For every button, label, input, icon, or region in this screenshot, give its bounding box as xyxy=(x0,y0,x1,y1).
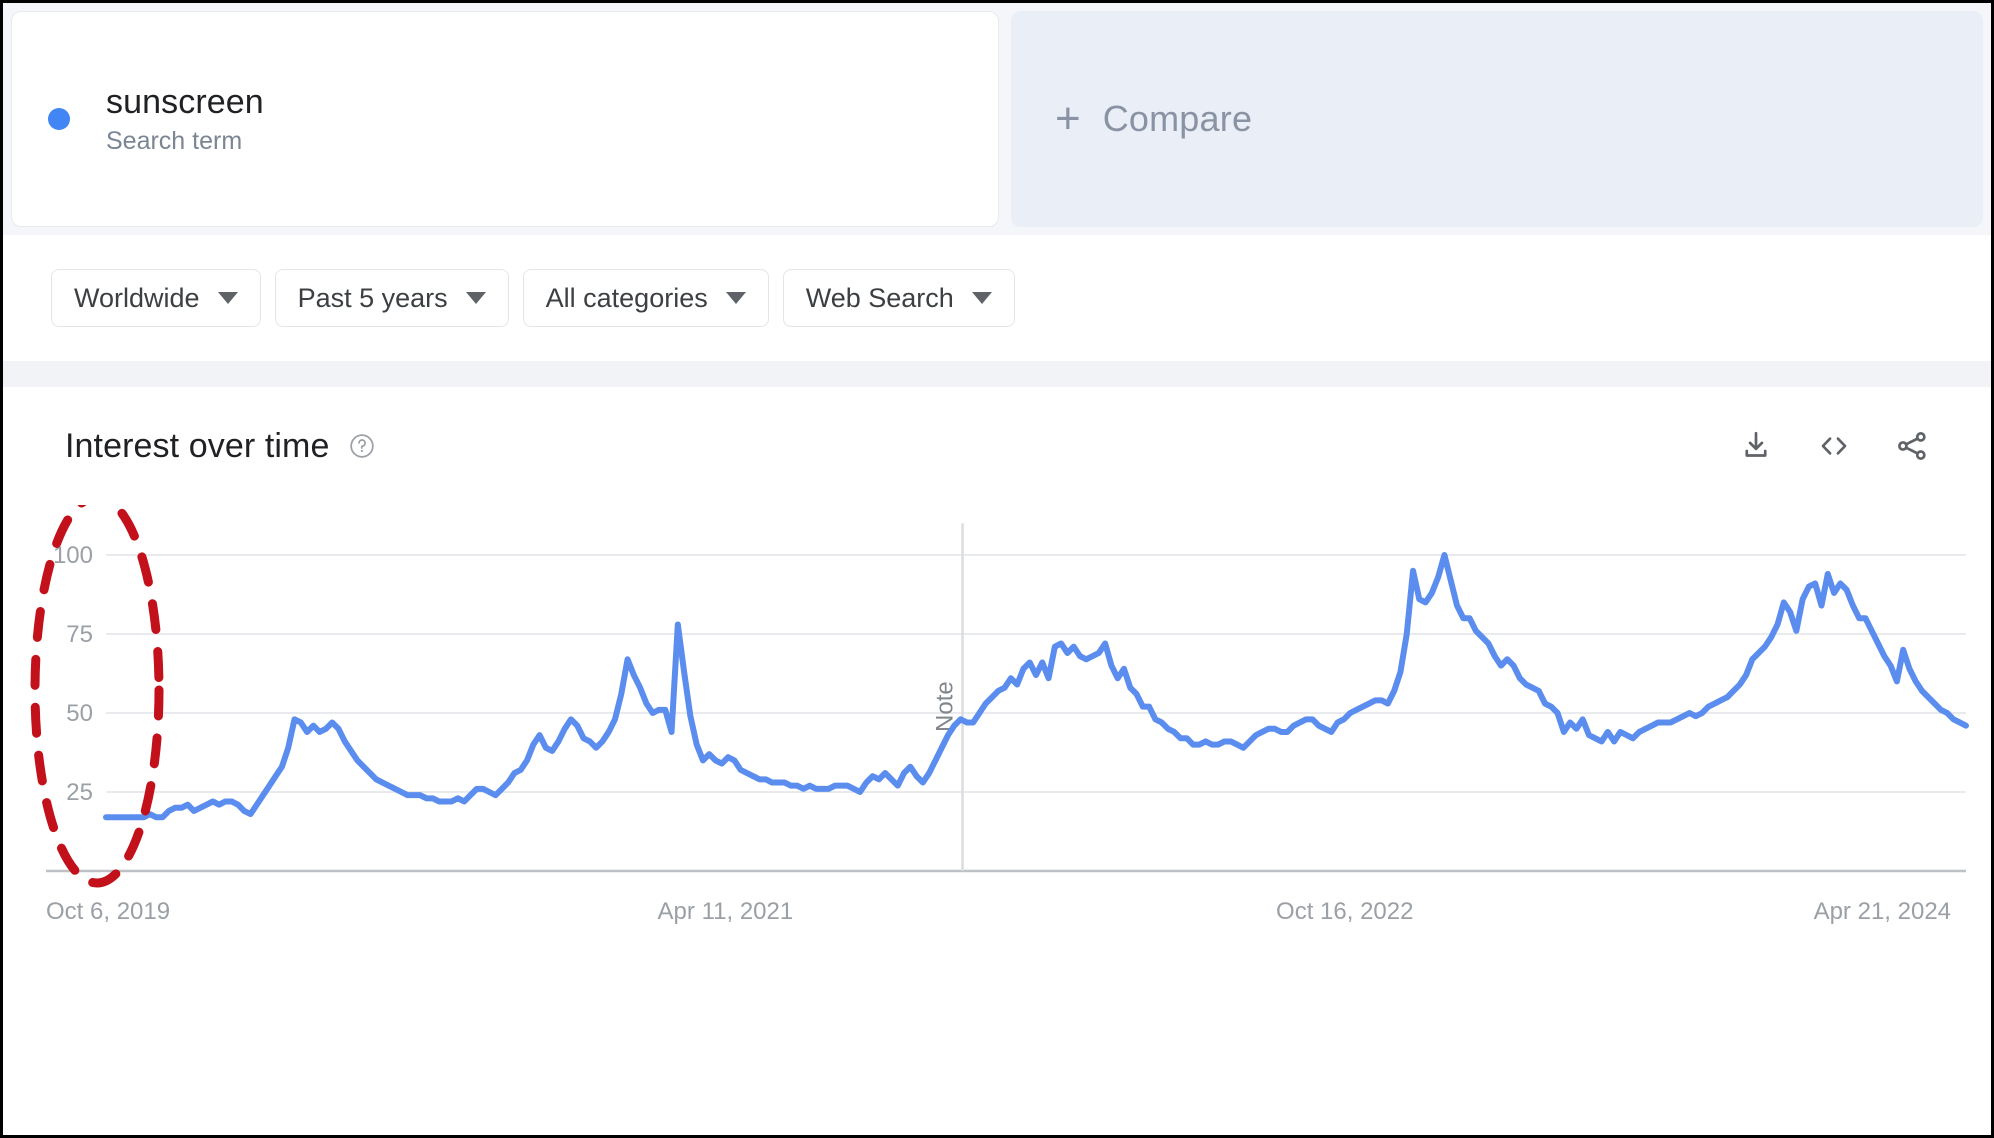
filter-location[interactable]: Worldwide xyxy=(51,269,261,327)
filter-time-range-label: Past 5 years xyxy=(297,282,448,313)
search-term-card[interactable]: sunscreen Search term xyxy=(11,11,999,227)
x-tick-2: Apr 11, 2021 xyxy=(658,898,794,925)
search-term-subtitle: Search term xyxy=(106,127,243,156)
chart-plot-area[interactable]: 100 75 50 25 Note Oct 6, 2019 Apr 11, 20… xyxy=(11,505,1983,1061)
gridlines xyxy=(46,554,1966,873)
filter-category[interactable]: All categories xyxy=(522,269,769,327)
y-axis-tick-labels: 100 75 50 25 xyxy=(53,542,93,806)
embed-code-icon[interactable] xyxy=(1817,429,1851,463)
share-icon[interactable] xyxy=(1895,429,1929,463)
interest-over-time-chart[interactable]: 100 75 50 25 Note Oct 6, 2019 Apr 11, 20… xyxy=(11,505,1983,1061)
chevron-down-icon xyxy=(217,292,238,304)
filter-location-label: Worldwide xyxy=(74,282,200,313)
help-circle-icon[interactable] xyxy=(349,433,375,459)
search-term-text: sunscreen Search term xyxy=(106,83,264,155)
filter-search-type-label: Web Search xyxy=(805,282,954,313)
chevron-down-icon xyxy=(725,292,746,304)
y-tick-50: 50 xyxy=(66,700,93,727)
y-tick-75: 75 xyxy=(66,621,93,648)
note-marker[interactable]: Note xyxy=(932,523,964,871)
interest-over-time-card: Interest over time 100 75 50 25 Note Oct… xyxy=(11,387,1983,1061)
filter-category-label: All categories xyxy=(545,282,708,313)
chart-actions xyxy=(1739,429,1929,463)
series-color-dot xyxy=(48,108,70,130)
compare-label: Compare xyxy=(1102,98,1253,139)
filter-bar: Worldwide Past 5 years All categories We… xyxy=(3,235,1991,361)
page-bottom-whitespace xyxy=(3,1061,1991,1135)
plus-icon: + xyxy=(1055,94,1081,143)
y-tick-25: 25 xyxy=(66,779,93,806)
chevron-down-icon xyxy=(971,292,992,304)
google-trends-screenshot: sunscreen Search term + Compare Worldwid… xyxy=(0,0,1994,1138)
x-axis-tick-labels: Oct 6, 2019 Apr 11, 2021 Oct 16, 2022 Ap… xyxy=(46,898,1951,925)
download-icon[interactable] xyxy=(1739,429,1773,463)
search-term-bar: sunscreen Search term + Compare xyxy=(3,3,1991,235)
filter-time-range[interactable]: Past 5 years xyxy=(274,269,509,327)
chevron-down-icon xyxy=(465,292,486,304)
x-tick-start: Oct 6, 2019 xyxy=(46,898,170,925)
chart-header: Interest over time xyxy=(11,387,1983,505)
search-term-title: sunscreen xyxy=(106,82,264,121)
page-title: Interest over time xyxy=(65,426,330,465)
compare-button[interactable]: + Compare xyxy=(1011,11,1983,227)
series-line-sunscreen[interactable] xyxy=(103,552,1969,821)
section-separator xyxy=(3,361,1991,387)
filter-search-type[interactable]: Web Search xyxy=(782,269,1015,327)
x-tick-3: Oct 16, 2022 xyxy=(1276,898,1413,925)
x-tick-4: Apr 21, 2024 xyxy=(1814,898,1951,925)
